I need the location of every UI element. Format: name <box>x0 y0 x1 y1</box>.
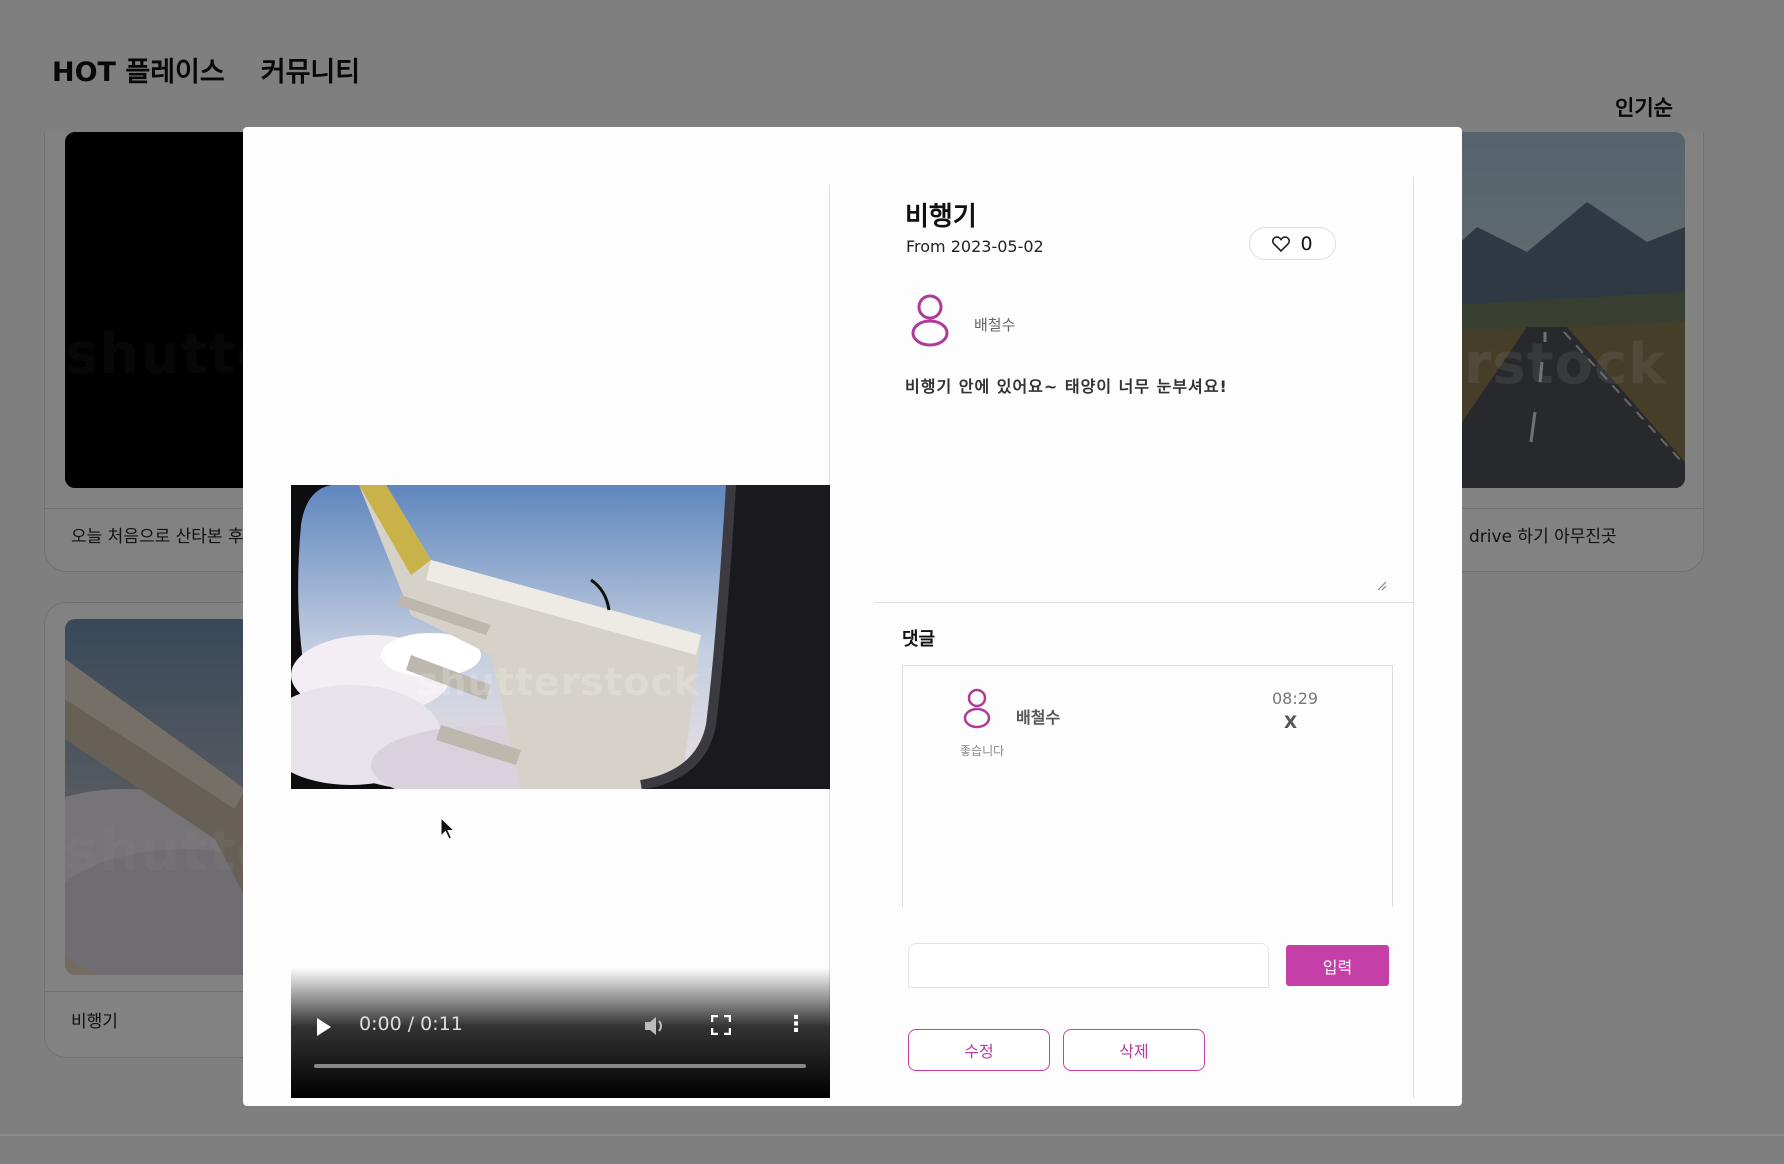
comment-text: 좋습니다 <box>960 744 1005 758</box>
post-date: From 2023-05-02 <box>906 237 1044 256</box>
post-detail-modal: shutterstock 0:00 / 0:11 ⋮ 비행기 From 2023… <box>243 127 1462 1106</box>
mouse-cursor-icon <box>440 817 456 840</box>
delete-post-button[interactable]: 삭제 <box>1063 1029 1205 1071</box>
section-divider <box>875 602 1413 603</box>
play-icon[interactable] <box>317 1018 331 1036</box>
comment-submit-button[interactable]: 입력 <box>1286 945 1389 986</box>
video-watermark: shutterstock <box>416 660 701 704</box>
like-count: 0 <box>1300 232 1313 255</box>
commenter-avatar-icon <box>963 688 991 729</box>
comment-list: 배철수 08:29 X 좋습니다 <box>902 665 1393 907</box>
comments-heading: 댓글 <box>902 629 936 650</box>
more-options-icon[interactable]: ⋮ <box>785 1014 807 1036</box>
delete-comment-button[interactable]: X <box>1284 713 1297 733</box>
video-player[interactable]: shutterstock <box>291 485 830 789</box>
page-bottom-divider <box>0 1134 1784 1136</box>
fullscreen-icon[interactable] <box>710 1014 732 1036</box>
comment-author: 배철수 <box>1016 708 1061 727</box>
video-progress-bar[interactable] <box>314 1064 806 1068</box>
airplane-window-video-frame <box>291 485 830 789</box>
volume-icon[interactable] <box>643 1015 667 1042</box>
heart-icon <box>1272 235 1291 252</box>
post-author: 배철수 <box>974 316 1016 334</box>
like-button[interactable]: 0 <box>1249 227 1336 260</box>
edit-post-button[interactable]: 수정 <box>908 1029 1050 1071</box>
video-controls: 0:00 / 0:11 ⋮ <box>291 968 830 1098</box>
post-content: 비행기 안에 있어요~ 태양이 너무 눈부셔요! <box>905 377 1228 396</box>
video-pane: shutterstock 0:00 / 0:11 ⋮ <box>291 185 830 1098</box>
resize-handle-icon[interactable] <box>1375 579 1387 591</box>
comment-time: 08:29 <box>1272 689 1319 708</box>
comment-input[interactable] <box>908 943 1269 988</box>
post-title: 비행기 <box>905 202 977 232</box>
user-avatar-icon <box>911 294 949 347</box>
video-time: 0:00 / 0:11 <box>359 1013 463 1035</box>
post-detail-pane: 비행기 From 2023-05-02 0 배철수 비행기 안에 있어요~ 태양… <box>875 177 1414 1098</box>
